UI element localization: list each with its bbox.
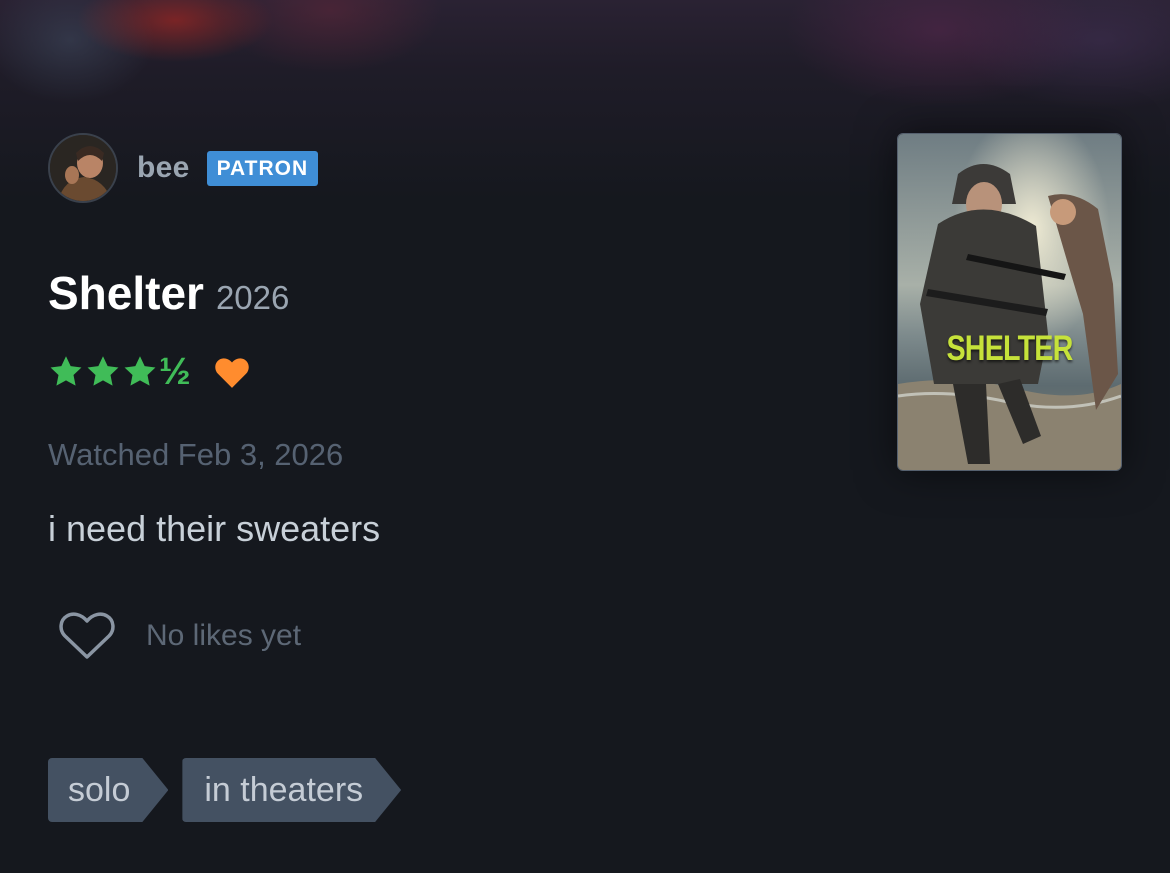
tag-solo[interactable]: solo (48, 758, 168, 822)
tag-list: solo in theaters (48, 758, 415, 822)
review-text: i need their sweaters (48, 508, 381, 549)
film-poster[interactable]: SHELTER (897, 133, 1122, 471)
likes: No likes yet (56, 611, 301, 661)
liked-heart-icon (214, 358, 249, 388)
heart-outline-icon[interactable] (56, 611, 118, 661)
poster-title: SHELTER (946, 329, 1073, 368)
film-year[interactable]: 2026 (216, 279, 289, 317)
tag-in-theaters[interactable]: in theaters (182, 758, 401, 822)
patron-badge: PATRON (206, 150, 319, 186)
avatar[interactable] (48, 133, 118, 203)
star-icon (87, 356, 119, 386)
film-heading: Shelter 2026 (48, 266, 289, 320)
watched-date: Watched Feb 3, 2026 (48, 437, 344, 472)
review-author[interactable]: bee PATRON (48, 133, 319, 203)
rating: ½ (48, 352, 251, 392)
username[interactable]: bee (137, 151, 190, 185)
film-title[interactable]: Shelter (48, 266, 204, 320)
star-icon (124, 356, 156, 386)
star-icon (50, 356, 82, 386)
likes-count-text: No likes yet (146, 619, 302, 652)
half-star: ½ (159, 351, 191, 393)
